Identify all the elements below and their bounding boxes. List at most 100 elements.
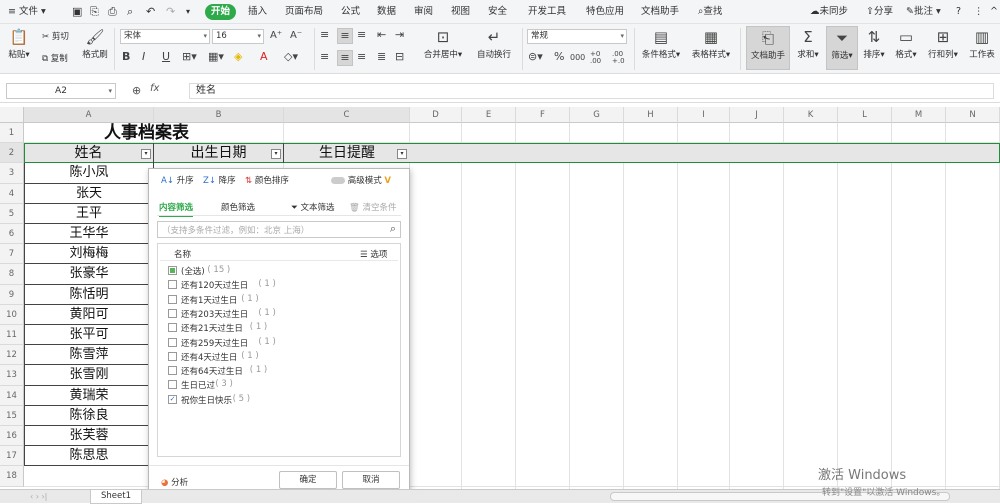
name-cell[interactable]: 张天 — [24, 183, 154, 204]
filter-list-item[interactable]: 还有1天过生日( 1 ) — [168, 293, 388, 306]
indent-left-icon[interactable]: ⇤ — [377, 28, 386, 42]
search-icon[interactable]: ⌕ — [390, 222, 396, 236]
row-header-3[interactable]: 3 — [0, 163, 24, 184]
filter-list-item[interactable]: 还有203天过生日 ( 1 ) — [168, 307, 388, 320]
row-header-11[interactable]: 11 — [0, 325, 24, 346]
align-middle-icon[interactable]: ≡ — [337, 28, 353, 44]
decrease-font-icon[interactable]: A⁻ — [290, 29, 302, 43]
name-cell[interactable]: 陈思思 — [24, 446, 154, 467]
currency-icon[interactable]: ⊜▾ — [528, 50, 543, 64]
tab-menu-5[interactable]: 审阅 — [414, 4, 433, 20]
name-cell[interactable]: 陈恬明 — [24, 284, 154, 305]
name-cell[interactable]: 张豪华 — [24, 264, 154, 285]
column-header-F[interactable]: F — [516, 107, 570, 123]
search-menu[interactable]: ⌕查找 — [698, 4, 722, 20]
column-header-G[interactable]: G — [570, 107, 624, 123]
name-cell[interactable]: 张平可 — [24, 325, 154, 346]
column-header-N[interactable]: N — [946, 107, 1000, 123]
indent-right-icon[interactable]: ⇥ — [395, 28, 404, 42]
checkbox-icon[interactable] — [168, 266, 177, 275]
font-size-select[interactable]: 16 ▾ — [212, 29, 264, 44]
format-button[interactable]: ▭ 格式▾ — [892, 28, 920, 60]
filter-button[interactable]: ⏷ 筛选▾ — [826, 26, 858, 70]
filter-search-input[interactable]: （支持多条件过滤，例如：北京 上海） ⌕ — [157, 221, 401, 238]
table-style-button[interactable]: ▦ 表格样式▾ — [688, 28, 734, 60]
filter-list-item[interactable]: 还有64天过生日 ( 1 ) — [168, 364, 388, 377]
conditional-format-button[interactable]: ▤ 条件格式▾ — [638, 28, 684, 60]
align-bottom-icon[interactable]: ≡ — [357, 28, 366, 42]
percent-button[interactable]: % — [554, 50, 564, 64]
row-header-8[interactable]: 8 — [0, 264, 24, 285]
sum-button[interactable]: Σ 求和▾ — [794, 28, 822, 60]
filter-list-item[interactable]: 还有259天过生日 ( 1 ) — [168, 336, 388, 349]
fx-icon[interactable]: fx — [150, 83, 159, 94]
filter-list-item[interactable]: 还有21天过生日 ( 1 ) — [168, 321, 388, 334]
name-cell[interactable]: 陈小凤 — [24, 163, 154, 184]
undo-icon[interactable]: ↶ — [146, 4, 155, 20]
paste-button[interactable]: 📋 粘贴▾ — [6, 28, 32, 60]
filter-list-item[interactable]: (全选)( 15 ) — [168, 264, 388, 277]
checkbox-icon[interactable] — [168, 380, 177, 390]
clear-conditions-button[interactable]: 🗑 清空条件 — [349, 201, 397, 213]
color-sort-button[interactable]: ⇅ 颜色排序 — [245, 174, 289, 186]
row-header-1[interactable]: 1 — [0, 123, 24, 144]
column-header-M[interactable]: M — [892, 107, 946, 123]
tab-menu-1[interactable]: 插入 — [248, 4, 267, 20]
row-header-6[interactable]: 6 — [0, 224, 24, 245]
tab-menu-3[interactable]: 公式 — [341, 4, 360, 20]
row-header-9[interactable]: 9 — [0, 284, 24, 305]
column-header-K[interactable]: K — [784, 107, 838, 123]
cut-button[interactable]: ✂ 剪切 — [42, 30, 69, 42]
copy-button[interactable]: ⧉ 复制 — [42, 52, 68, 64]
filter-dropdown-icon[interactable]: ▾ — [397, 149, 407, 160]
sort-descending-button[interactable]: Z↓ 降序 — [203, 174, 236, 186]
name-cell[interactable]: 陈雪萍 — [24, 345, 154, 366]
column-header-C[interactable]: C — [284, 107, 410, 123]
column-header-L[interactable]: L — [838, 107, 892, 123]
name-cell[interactable]: 黄阳可 — [24, 304, 154, 325]
tab-menu-2[interactable]: 页面布局 — [285, 4, 323, 20]
italic-button[interactable]: I — [142, 50, 145, 64]
checkbox-icon[interactable] — [168, 366, 177, 376]
header-cell[interactable]: 生日提醒 — [284, 143, 410, 163]
row-header-5[interactable]: 5 — [0, 203, 24, 224]
cancel-button[interactable]: 取消 — [342, 471, 400, 489]
name-cell[interactable]: 王华华 — [24, 224, 154, 245]
fill-color-icon[interactable]: ◈ — [234, 50, 242, 64]
column-header-E[interactable]: E — [462, 107, 516, 123]
row-header-14[interactable]: 14 — [0, 385, 24, 406]
quick-access-dropdown-icon[interactable]: ▾ — [186, 4, 190, 20]
filter-dropdown-icon[interactable]: ▾ — [271, 149, 281, 160]
distributed-icon[interactable]: ⊟ — [395, 50, 404, 64]
row-header-18[interactable]: 18 — [0, 466, 24, 487]
header-cell[interactable]: 出生日期 — [154, 143, 284, 164]
row-header-16[interactable]: 16 — [0, 426, 24, 447]
checkbox-icon[interactable]: ✓ — [168, 394, 177, 404]
row-header-2[interactable]: 2 — [0, 143, 24, 164]
underline-button[interactable]: U — [162, 50, 170, 64]
format-painter-button[interactable]: 🖌 格式刷 — [80, 28, 110, 60]
select-all-corner[interactable] — [0, 107, 24, 123]
filter-list-item[interactable]: 生日已过( 3 ) — [168, 378, 388, 391]
wrap-text-button[interactable]: ↵ 自动换行 — [472, 28, 516, 60]
advanced-mode-toggle[interactable]: 高级模式 V — [331, 174, 391, 186]
column-header-H[interactable]: H — [624, 107, 678, 123]
align-center-icon[interactable]: ≡ — [337, 50, 353, 66]
name-cell[interactable]: 张雪刚 — [24, 365, 154, 386]
ok-button[interactable]: 确定 — [279, 471, 337, 489]
header-cell[interactable]: 姓名 — [24, 143, 154, 164]
name-cell[interactable]: 王平 — [24, 203, 154, 224]
tab-menu-10[interactable]: 文档助手 — [641, 4, 679, 20]
font-color-icon[interactable]: A — [260, 50, 268, 64]
tab-menu-6[interactable]: 视图 — [451, 4, 470, 20]
thousands-button[interactable]: 000 — [570, 51, 585, 65]
tab-menu-0[interactable]: 开始 — [205, 4, 237, 20]
print-icon[interactable]: ⎙ — [108, 4, 117, 20]
justify-icon[interactable]: ≣ — [377, 50, 386, 64]
merge-center-button[interactable]: ⊡ 合并居中▾ — [420, 28, 466, 60]
text-filter-button[interactable]: ⏷ 文本筛选 — [291, 201, 335, 213]
column-header-J[interactable]: J — [730, 107, 784, 123]
filter-dropdown-icon[interactable]: ▾ — [141, 149, 151, 160]
share-button[interactable]: ⇪分享 — [866, 4, 893, 20]
column-header-D[interactable]: D — [410, 107, 462, 123]
